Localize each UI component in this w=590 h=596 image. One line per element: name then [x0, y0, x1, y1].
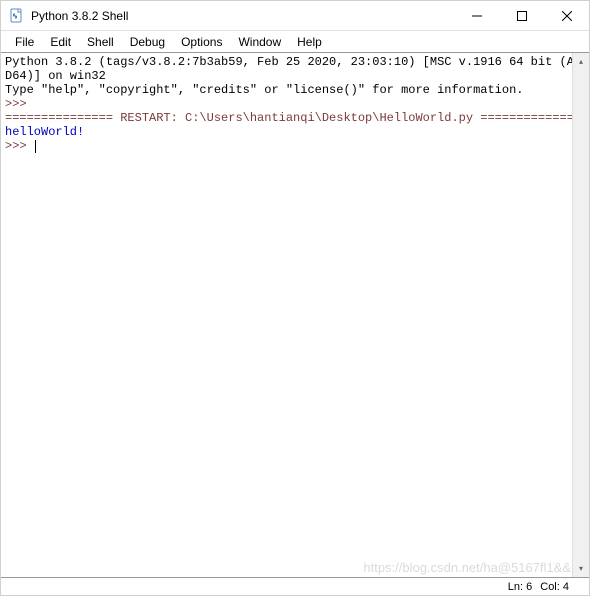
statusbar: Ln: 6 Col: 4	[1, 577, 589, 595]
menu-debug[interactable]: Debug	[122, 33, 173, 51]
menu-shell[interactable]: Shell	[79, 33, 122, 51]
window-title: Python 3.8.2 Shell	[31, 9, 454, 23]
output-line: helloWorld!	[5, 125, 84, 139]
banner-line: Python 3.8.2 (tags/v3.8.2:7b3ab59, Feb 2…	[5, 55, 581, 83]
banner-line: Type "help", "copyright", "credits" or "…	[5, 83, 523, 97]
console-text[interactable]: Python 3.8.2 (tags/v3.8.2:7b3ab59, Feb 2…	[1, 53, 589, 155]
watermark-text: https://blog.csdn.net/ha@5167fl1&&	[363, 560, 571, 575]
maximize-button[interactable]	[499, 1, 544, 30]
window-controls	[454, 1, 589, 30]
menubar: File Edit Shell Debug Options Window Hel…	[1, 31, 589, 53]
scroll-track[interactable]	[573, 70, 589, 560]
status-line: Ln: 6	[508, 581, 532, 593]
text-cursor	[35, 140, 36, 153]
restart-line: =============== RESTART: C:\Users\hantia…	[5, 111, 581, 125]
status-col: Col: 4	[540, 581, 569, 593]
menu-edit[interactable]: Edit	[42, 33, 79, 51]
prompt: >>>	[5, 139, 34, 153]
prompt: >>>	[5, 97, 34, 111]
menu-help[interactable]: Help	[289, 33, 330, 51]
minimize-button[interactable]	[454, 1, 499, 30]
editor-area[interactable]: Python 3.8.2 (tags/v3.8.2:7b3ab59, Feb 2…	[1, 53, 589, 577]
titlebar: Python 3.8.2 Shell	[1, 1, 589, 31]
scroll-down-arrow[interactable]: ▾	[573, 560, 589, 577]
scroll-up-arrow[interactable]: ▴	[573, 53, 589, 70]
close-button[interactable]	[544, 1, 589, 30]
menu-window[interactable]: Window	[230, 33, 289, 51]
menu-options[interactable]: Options	[173, 33, 230, 51]
vertical-scrollbar[interactable]: ▴ ▾	[572, 53, 589, 577]
menu-file[interactable]: File	[7, 33, 42, 51]
app-icon	[9, 8, 25, 24]
